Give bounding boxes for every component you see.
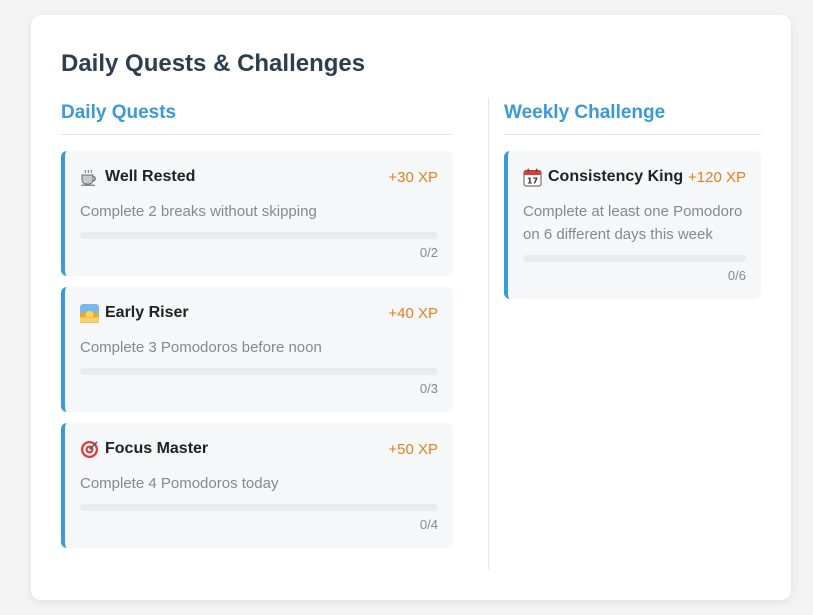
quest-description: Complete 4 Pomodoros today <box>80 475 279 492</box>
quest-name: Consistency King <box>548 168 684 185</box>
quest-card-early-riser[interactable]: Early Riser +40 XP Complete 3 Pomodoros … <box>61 287 453 412</box>
quest-progress-text: 0/3 <box>419 381 438 396</box>
quest-description: Complete 2 breaks without skipping <box>80 203 317 220</box>
coffee-icon <box>80 168 99 187</box>
target-icon <box>80 440 99 459</box>
quest-name: Well Rested <box>105 168 196 185</box>
quest-name: Early Riser <box>105 304 189 321</box>
quest-xp: +40 XP <box>388 304 438 322</box>
quest-progress-bar <box>80 368 438 375</box>
page-title: Daily Quests & Challenges <box>61 50 366 77</box>
quest-progress-bar <box>80 232 438 239</box>
column-divider <box>488 98 489 570</box>
quest-progress-text: 0/2 <box>419 245 438 260</box>
quests-card: Daily Quests & Challenges Daily Quests W… <box>31 15 791 600</box>
svg-text:17: 17 <box>527 176 538 185</box>
quest-description: Complete at least one Pomodoro on 6 diff… <box>523 203 743 243</box>
quest-xp: +30 XP <box>388 168 438 186</box>
quest-card-well-rested[interactable]: Well Rested +30 XP Complete 2 breaks wit… <box>61 151 453 276</box>
quest-xp: +50 XP <box>388 440 438 458</box>
weekly-challenge-heading: Weekly Challenge <box>504 102 761 135</box>
quest-xp: +120 XP <box>688 168 746 186</box>
quest-progress-text: 0/6 <box>727 268 746 283</box>
calendar-icon: 17 <box>523 168 542 187</box>
quest-description: Complete 3 Pomodoros before noon <box>80 339 322 356</box>
sunrise-icon <box>80 303 99 323</box>
quest-name: Focus Master <box>105 440 209 457</box>
quest-title: Well Rested <box>80 168 195 187</box>
quest-progress-bar <box>523 255 746 262</box>
quest-title: Focus Master <box>80 440 208 459</box>
quest-progress-text: 0/4 <box>419 517 438 532</box>
weekly-challenge-column: Weekly Challenge 17 Consistency King +12… <box>504 102 761 310</box>
quest-card-consistency-king[interactable]: 17 Consistency King +120 XP Complete at … <box>504 151 761 299</box>
quest-title: 17 Consistency King <box>523 168 683 187</box>
daily-quests-heading: Daily Quests <box>61 102 453 135</box>
daily-quests-column: Daily Quests Well Rested +30 XP Complete… <box>61 102 453 559</box>
quest-title: Early Riser <box>80 303 189 323</box>
quest-card-focus-master[interactable]: Focus Master +50 XP Complete 4 Pomodoros… <box>61 423 453 548</box>
quest-progress-bar <box>80 504 438 511</box>
